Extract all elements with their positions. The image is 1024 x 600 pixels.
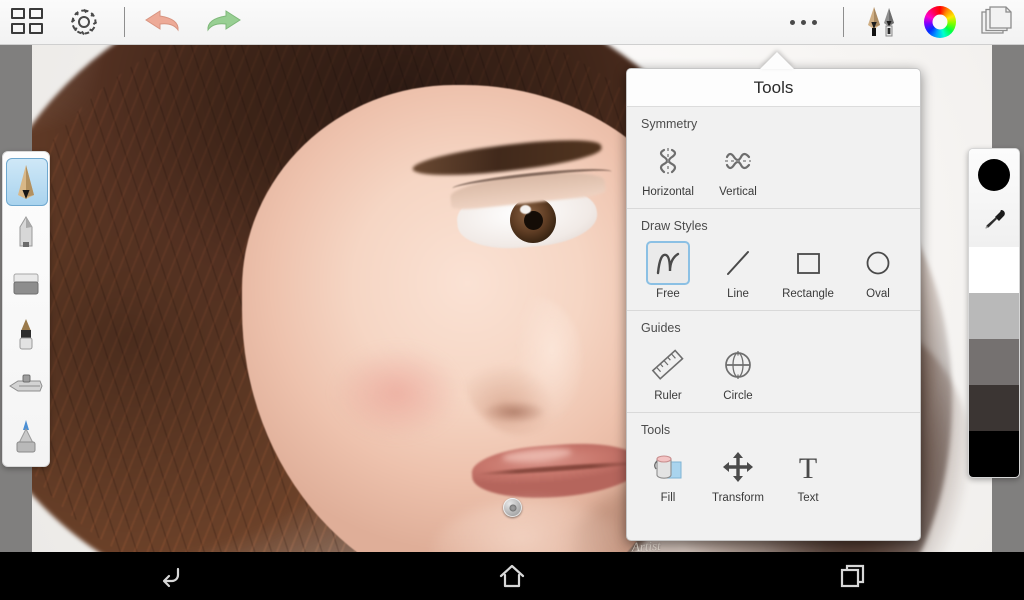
color-wheel-icon <box>924 6 956 38</box>
tool-draw-oval[interactable]: Oval <box>843 239 913 304</box>
tool-transform[interactable]: Transform <box>703 443 773 508</box>
toolbar-divider-left <box>124 7 125 37</box>
fill-bucket-icon <box>646 445 690 489</box>
nav-recents-button[interactable] <box>683 552 1024 600</box>
brushes-button[interactable] <box>856 0 912 45</box>
redo-arrow-icon <box>207 10 241 32</box>
color-swatch-list <box>969 247 1019 477</box>
tool-label: Circle <box>723 390 753 402</box>
tools-panel: Tools Symmetry Horizontal Vertical Draw … <box>626 68 921 541</box>
android-navigation-bar <box>0 552 1024 600</box>
ellipsis-icon <box>789 19 817 25</box>
grid-icon <box>11 8 45 36</box>
tool-fill[interactable]: Fill <box>633 443 703 508</box>
layers-button[interactable] <box>968 0 1024 45</box>
section-draw-styles: Draw Styles Free Line Rectangle Oval <box>627 208 920 310</box>
toolbar-divider-right <box>843 7 844 37</box>
text-icon: T <box>786 445 830 489</box>
tool-felt-tip[interactable] <box>3 411 49 462</box>
pen-icon <box>19 215 33 247</box>
settings-button[interactable] <box>56 0 112 45</box>
tool-guide-circle[interactable]: Circle <box>703 341 773 406</box>
gallery-button[interactable] <box>0 0 56 45</box>
more-button[interactable] <box>775 0 831 45</box>
oval-icon <box>856 241 900 285</box>
tool-draw-free[interactable]: Free <box>633 239 703 304</box>
redo-button[interactable] <box>193 0 249 45</box>
current-color-swatch[interactable] <box>978 159 1010 191</box>
transform-icon <box>716 445 760 489</box>
symmetry-horizontal-icon <box>646 139 690 183</box>
tool-label: Vertical <box>719 186 757 198</box>
eyedropper-icon <box>985 209 1005 229</box>
back-arrow-icon <box>162 567 179 588</box>
tools-panel-title: Tools <box>627 69 920 107</box>
undo-arrow-icon <box>145 10 179 32</box>
brush-cursor-indicator <box>503 498 522 517</box>
brushes-icon <box>868 7 894 37</box>
tool-text[interactable]: T Text <box>773 443 843 508</box>
airbrush-icon <box>9 374 43 391</box>
section-heading: Symmetry <box>641 117 698 131</box>
rectangle-icon <box>786 241 830 285</box>
tool-airbrush[interactable] <box>3 360 49 411</box>
section-tools: Tools Fill Transform T Text <box>627 412 920 514</box>
tool-label: Oval <box>866 288 890 300</box>
color-swatch[interactable] <box>969 385 1019 431</box>
circle-guide-icon <box>716 343 760 387</box>
section-guides: Guides Ruler Circle <box>627 310 920 412</box>
color-palette-header <box>969 149 1019 247</box>
pencil-icon <box>18 164 34 199</box>
ruler-icon <box>646 343 690 387</box>
tool-symmetry-horizontal[interactable]: Horizontal <box>633 137 703 202</box>
tool-label: Text <box>797 492 819 504</box>
color-swatch[interactable] <box>969 247 1019 293</box>
top-toolbar <box>0 0 1024 45</box>
color-swatch[interactable] <box>969 293 1019 339</box>
marker-icon <box>19 318 33 349</box>
tool-label: Line <box>727 288 749 300</box>
color-swatch[interactable] <box>969 339 1019 385</box>
section-heading: Guides <box>641 321 681 335</box>
eraser-icon <box>13 273 39 294</box>
color-palette <box>968 148 1020 478</box>
tools-panel-caret <box>760 52 794 69</box>
symmetry-vertical-icon <box>716 139 760 183</box>
section-heading: Tools <box>641 423 671 437</box>
gear-icon <box>70 8 98 36</box>
undo-button[interactable] <box>137 0 193 45</box>
nav-home-button[interactable] <box>341 552 682 600</box>
free-draw-icon <box>646 241 690 285</box>
tool-label: Fill <box>660 492 676 504</box>
color-swatch[interactable] <box>969 431 1019 477</box>
tool-draw-rectangle[interactable]: Rectangle <box>773 239 843 304</box>
tool-label: Rectangle <box>782 288 834 300</box>
app-root: Artist Tools Symmetry Horizontal Vertica… <box>0 0 1024 600</box>
tool-label: Horizontal <box>642 186 694 198</box>
brush-tool-palette <box>2 151 50 467</box>
layers-icon <box>981 6 1012 34</box>
color-button[interactable] <box>912 0 968 45</box>
tool-guide-ruler[interactable]: Ruler <box>633 341 703 406</box>
felt-tip-icon <box>16 419 36 452</box>
tool-label: Free <box>656 288 680 300</box>
tool-draw-line[interactable]: Line <box>703 239 773 304</box>
tool-symmetry-vertical[interactable]: Vertical <box>703 137 773 202</box>
section-symmetry: Symmetry Horizontal Vertical <box>627 107 920 208</box>
tool-marker[interactable] <box>3 309 49 360</box>
home-icon <box>499 564 525 588</box>
recents-icon <box>841 564 865 588</box>
section-heading: Draw Styles <box>641 219 708 233</box>
nav-back-button[interactable] <box>0 552 341 600</box>
eyedropper-button[interactable] <box>969 201 1019 239</box>
tool-label: Ruler <box>654 390 682 402</box>
line-icon <box>716 241 760 285</box>
svg-text:T: T <box>799 452 817 485</box>
tool-pencil[interactable] <box>3 156 49 207</box>
tool-eraser[interactable] <box>3 258 49 309</box>
tool-pen[interactable] <box>3 207 49 258</box>
tool-label: Transform <box>712 492 764 504</box>
